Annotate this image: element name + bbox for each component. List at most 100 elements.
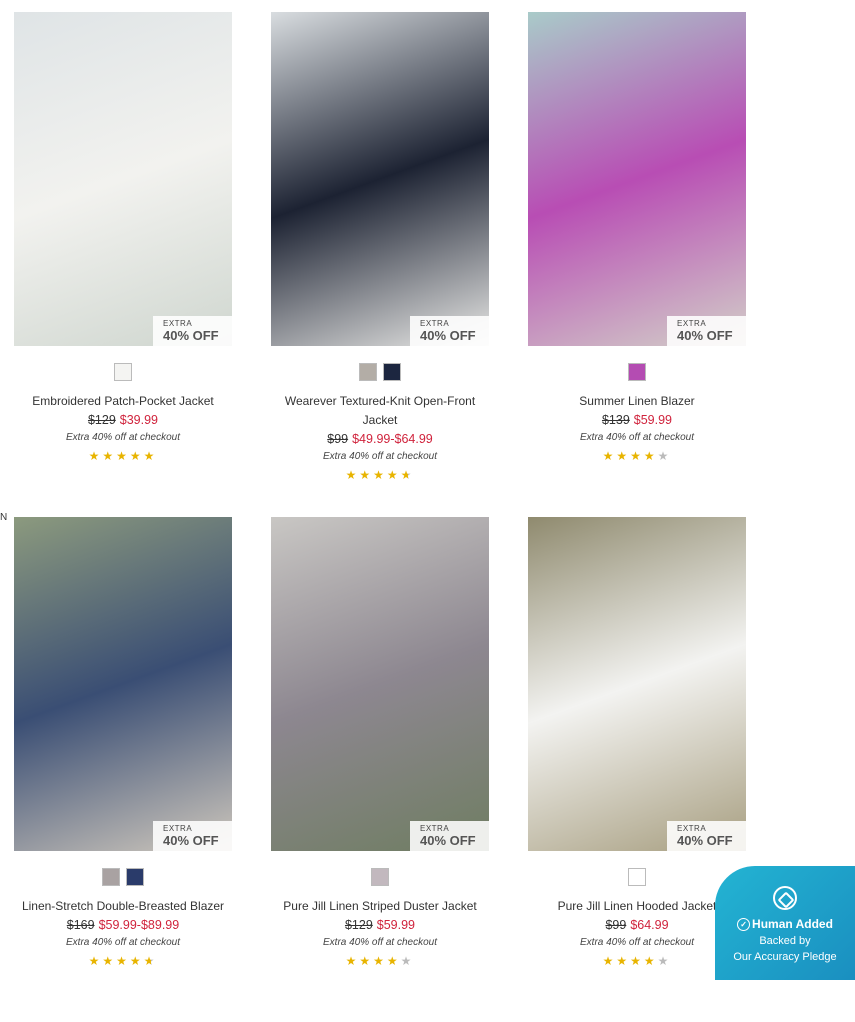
original-price: $169 bbox=[66, 918, 95, 932]
color-swatch[interactable] bbox=[383, 363, 401, 381]
product-image[interactable]: EXTRA 40% OFF bbox=[528, 517, 746, 851]
discount-badge: EXTRA 40% OFF bbox=[153, 821, 232, 851]
star-icon: ★ bbox=[657, 954, 672, 968]
product-card[interactable]: EXTRA 40% OFF Linen-Stretch Double-Breaste… bbox=[14, 517, 232, 1022]
product-name[interactable]: Pure Jill Linen Striped Duster Jacket bbox=[271, 897, 489, 916]
product-name[interactable]: Linen-Stretch Double-Breasted Blazer bbox=[14, 897, 232, 916]
original-price: $129 bbox=[344, 918, 373, 932]
star-icon: ★ bbox=[602, 449, 617, 463]
badge-percent: 40% OFF bbox=[163, 833, 219, 848]
rating-stars[interactable]: ★★★★★ bbox=[271, 468, 489, 482]
badge-percent: 40% OFF bbox=[677, 833, 733, 848]
product-card[interactable]: EXTRA 40% OFF Pure Jill Linen Striped Dust… bbox=[271, 517, 489, 1022]
pledge-title: ✓ Human Added bbox=[715, 917, 855, 931]
accuracy-pledge-widget[interactable]: ✓ Human Added Backed by Our Accuracy Pled… bbox=[715, 866, 855, 980]
star-icon: ★ bbox=[88, 954, 103, 968]
color-swatch[interactable] bbox=[628, 868, 646, 886]
original-price: $139 bbox=[601, 413, 630, 427]
price: $99 $64.99 bbox=[528, 918, 746, 932]
color-swatch[interactable] bbox=[114, 363, 132, 381]
rating-stars[interactable]: ★★★★★ bbox=[14, 449, 232, 463]
rating-stars[interactable]: ★★★★★ bbox=[271, 954, 489, 968]
product-name[interactable]: Pure Jill Linen Hooded Jacket bbox=[528, 897, 746, 916]
rating-stars[interactable]: ★★★★★ bbox=[528, 954, 746, 968]
star-icon: ★ bbox=[345, 468, 360, 482]
sale-price: $64.99 bbox=[630, 918, 669, 932]
color-swatch[interactable] bbox=[102, 868, 120, 886]
star-icon: ★ bbox=[643, 954, 658, 968]
star-icon: ★ bbox=[129, 449, 144, 463]
discount-badge: EXTRA 40% OFF bbox=[667, 821, 746, 851]
sale-price: $49.99-$64.99 bbox=[352, 432, 433, 446]
badge-extra: EXTRA bbox=[677, 319, 707, 328]
star-icon: ★ bbox=[373, 468, 387, 482]
color-swatch[interactable] bbox=[359, 363, 377, 381]
original-price: $129 bbox=[87, 413, 116, 427]
product-image[interactable]: EXTRA 40% OFF bbox=[271, 517, 489, 851]
color-swatches bbox=[528, 363, 746, 383]
discount-badge: EXTRA 40% OFF bbox=[667, 316, 746, 346]
product-name[interactable]: Wearever Textured-Knit Open-Front Jacket bbox=[271, 392, 489, 430]
rating-stars[interactable]: ★★★★★ bbox=[14, 954, 232, 968]
product-card[interactable]: EXTRA 40% OFF Pure Jill Linen Hooded Jacke… bbox=[528, 517, 746, 1022]
badge-extra: EXTRA bbox=[677, 824, 707, 833]
star-icon: ★ bbox=[359, 468, 374, 482]
product-name[interactable]: Embroidered Patch-Pocket Jacket bbox=[14, 392, 232, 411]
product-image[interactable]: EXTRA 40% OFF bbox=[271, 12, 489, 346]
discount-badge: EXTRA 40% OFF bbox=[410, 316, 489, 346]
pledge-subtitle-2: Our Accuracy Pledge bbox=[733, 951, 837, 963]
star-icon: ★ bbox=[630, 954, 644, 968]
star-icon: ★ bbox=[359, 954, 374, 968]
star-icon: ★ bbox=[102, 449, 117, 463]
badge-extra: EXTRA bbox=[420, 824, 450, 833]
star-icon: ★ bbox=[400, 954, 415, 968]
star-icon: ★ bbox=[643, 449, 658, 463]
price: $139 $59.99 bbox=[528, 413, 746, 427]
product-card[interactable]: EXTRA 40% OFF Wearever Textured-Knit Open-… bbox=[271, 12, 489, 517]
product-row: EXTRA 40% OFF Embroidered Patch-Pocket Jac… bbox=[14, 12, 746, 517]
product-image[interactable]: EXTRA 40% OFF bbox=[14, 517, 232, 851]
discount-badge: EXTRA 40% OFF bbox=[410, 821, 489, 851]
price: $169 $59.99-$89.99 bbox=[14, 918, 232, 932]
star-icon: ★ bbox=[143, 954, 158, 968]
product-name[interactable]: Summer Linen Blazer bbox=[528, 392, 746, 411]
star-icon: ★ bbox=[345, 954, 360, 968]
price: $129 $59.99 bbox=[271, 918, 489, 932]
original-price: $99 bbox=[605, 918, 627, 932]
star-icon: ★ bbox=[116, 449, 130, 463]
product-grid: EXTRA 40% OFF Embroidered Patch-Pocket Jac… bbox=[14, 12, 746, 1022]
star-icon: ★ bbox=[386, 468, 401, 482]
color-swatches bbox=[271, 363, 489, 383]
color-swatch[interactable] bbox=[126, 868, 144, 886]
star-icon: ★ bbox=[630, 449, 644, 463]
pledge-logo-icon bbox=[773, 886, 797, 910]
product-row: EXTRA 40% OFF Linen-Stretch Double-Breaste… bbox=[14, 517, 746, 1022]
sale-price: $59.99 bbox=[376, 918, 416, 932]
badge-percent: 40% OFF bbox=[420, 328, 476, 343]
product-image[interactable]: EXTRA 40% OFF bbox=[14, 12, 232, 346]
sale-price: $59.99-$89.99 bbox=[98, 918, 180, 932]
star-icon: ★ bbox=[616, 449, 631, 463]
star-icon: ★ bbox=[400, 468, 415, 482]
color-swatches bbox=[528, 868, 746, 888]
color-swatch[interactable] bbox=[628, 363, 646, 381]
badge-percent: 40% OFF bbox=[163, 328, 219, 343]
price: $99 $49.99-$64.99 bbox=[271, 432, 489, 446]
badge-extra: EXTRA bbox=[163, 319, 193, 328]
star-icon: ★ bbox=[616, 954, 631, 968]
star-icon: ★ bbox=[129, 954, 144, 968]
color-swatches bbox=[14, 868, 232, 888]
color-swatch[interactable] bbox=[371, 868, 389, 886]
badge-extra: EXTRA bbox=[420, 319, 450, 328]
rating-stars[interactable]: ★★★★★ bbox=[528, 449, 746, 463]
star-icon: ★ bbox=[88, 449, 103, 463]
product-card[interactable]: EXTRA 40% OFF Summer Linen Blazer $139 $59.9… bbox=[528, 12, 746, 517]
original-price: $99 bbox=[327, 432, 349, 446]
product-image[interactable]: EXTRA 40% OFF bbox=[528, 12, 746, 346]
promo-text: Extra 40% off at checkout bbox=[66, 432, 180, 443]
promo-text: Extra 40% off at checkout bbox=[66, 937, 180, 948]
pledge-title-text: Human Added bbox=[752, 917, 833, 931]
color-swatches bbox=[271, 868, 489, 888]
star-icon: ★ bbox=[657, 449, 672, 463]
product-card[interactable]: EXTRA 40% OFF Embroidered Patch-Pocket Jac… bbox=[14, 12, 232, 517]
